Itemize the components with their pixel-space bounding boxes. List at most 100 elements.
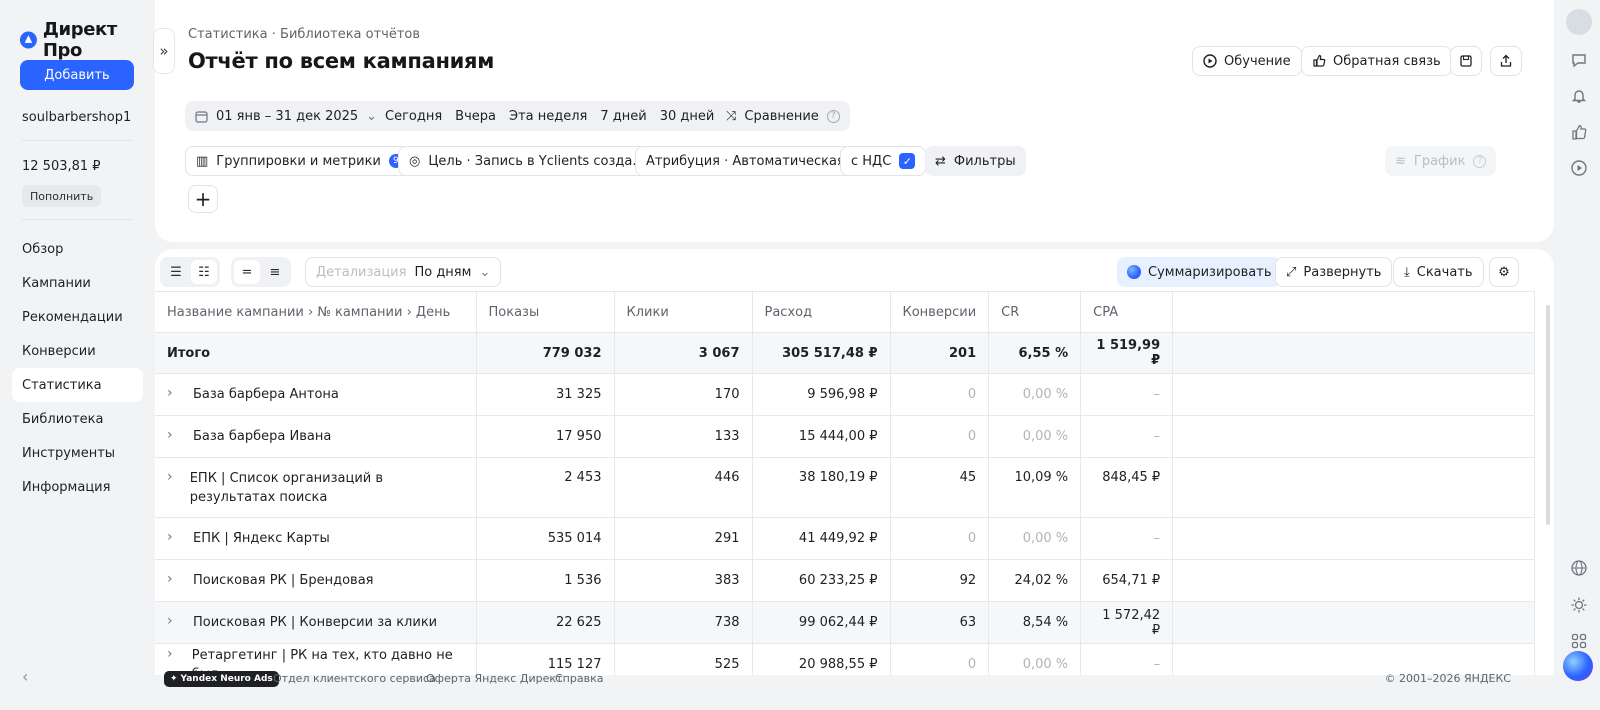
density-compact-icon[interactable]: = bbox=[234, 260, 260, 284]
nav-item-info[interactable]: Информация bbox=[12, 470, 143, 504]
detail-label: Детализация bbox=[316, 264, 407, 280]
cell-cr: 0,00 % bbox=[988, 373, 1082, 416]
table-row[interactable]: › Поисковая РК | Брендовая 1 536 383 60 2… bbox=[155, 559, 1536, 602]
footer-link-offer[interactable]: Оферта Яндекс Директ bbox=[426, 672, 562, 685]
nav-item-overview[interactable]: Обзор bbox=[12, 232, 143, 266]
column-header-conversions[interactable]: Конверсии bbox=[890, 291, 990, 333]
column-header-cost[interactable]: Расход bbox=[752, 291, 891, 333]
table-row[interactable]: › База барбера Ивана 17 950 133 15 444,00… bbox=[155, 415, 1536, 458]
nav-item-library[interactable]: Библиотека bbox=[12, 402, 143, 436]
attribution-select[interactable]: Атрибуция · Автоматическая bbox=[635, 146, 856, 176]
add-filter-button[interactable]: + bbox=[188, 185, 218, 213]
play-circle-icon[interactable] bbox=[1566, 155, 1592, 181]
nav-item-statistics[interactable]: Статистика bbox=[12, 368, 143, 402]
summarize-button[interactable]: Суммаризировать bbox=[1117, 257, 1282, 287]
table-row[interactable]: ›Ретаргетинг | РК на тех, кто давно не б… bbox=[155, 643, 1536, 675]
campaign-name: База барбера Ивана bbox=[193, 429, 332, 444]
preset-7-days[interactable]: 7 дней bbox=[600, 109, 646, 124]
table-scrollbar[interactable] bbox=[1546, 305, 1550, 525]
table-row[interactable]: › Поисковая РК | Конверсии за клики 22 62… bbox=[155, 601, 1536, 644]
cell-clicks: 446 bbox=[614, 457, 753, 518]
page-title: Отчёт по всем кампаниям bbox=[188, 49, 495, 73]
vat-toggle[interactable]: с НДС ✓ bbox=[840, 146, 927, 176]
breadcrumb[interactable]: Статистика · Библиотека отчётов bbox=[188, 27, 420, 42]
neuro-ads-badge[interactable]: ✦ Yandex Neuro Ads bbox=[164, 671, 279, 687]
total-impressions: 779 032 bbox=[476, 332, 615, 374]
chevron-right-icon[interactable]: › bbox=[167, 571, 185, 587]
nav-item-recommendations[interactable]: Рекомендации bbox=[12, 300, 143, 334]
chevron-right-icon[interactable]: › bbox=[167, 385, 185, 401]
topup-button[interactable]: Пополнить bbox=[22, 185, 102, 207]
list-tree-icon[interactable]: ☷ bbox=[191, 260, 217, 284]
chevron-right-icon[interactable]: › bbox=[167, 529, 185, 545]
total-cr: 6,55 % bbox=[988, 332, 1082, 374]
column-header-cr[interactable]: CR bbox=[988, 291, 1082, 333]
expand-button[interactable]: ⤢ Развернуть bbox=[1275, 257, 1393, 287]
chevron-right-icon[interactable]: › bbox=[167, 613, 185, 629]
learn-button[interactable]: Обучение bbox=[1192, 46, 1302, 76]
table-row[interactable]: › База барбера Антона 31 325 170 9 596,98… bbox=[155, 373, 1536, 416]
preset-30-days[interactable]: 30 дней bbox=[660, 109, 715, 124]
footer-link-support[interactable]: Отдел клиентского сервиса bbox=[273, 672, 436, 685]
cell-impressions: 115 127 bbox=[476, 643, 615, 675]
download-button[interactable]: ⤓ Скачать bbox=[1393, 257, 1484, 287]
groupings-metrics-button[interactable]: ▥ Группировки и метрики 9 bbox=[185, 146, 414, 176]
assistant-orb-icon[interactable] bbox=[1563, 651, 1593, 681]
account-name[interactable]: soulbarbershop1 bbox=[22, 110, 131, 125]
table-header-row: Название кампании › № кампании › День По… bbox=[155, 291, 1536, 333]
share-button[interactable] bbox=[1490, 46, 1522, 76]
column-header-impressions[interactable]: Показы bbox=[476, 291, 615, 333]
globe-icon[interactable] bbox=[1566, 555, 1592, 581]
detail-value: По дням bbox=[414, 264, 472, 280]
help-icon[interactable]: ? bbox=[826, 109, 840, 123]
date-range-select[interactable]: 01 янв – 31 дек 2025 ⌄ bbox=[185, 101, 388, 131]
cell-cost: 60 233,25 ₽ bbox=[752, 559, 891, 602]
chevron-right-icon[interactable]: › bbox=[167, 427, 185, 443]
list-compact-icon[interactable]: ☰ bbox=[163, 260, 189, 284]
table-row[interactable]: › ЕПК | Список организаций в результатах … bbox=[155, 457, 1536, 518]
share-icon bbox=[1500, 54, 1512, 67]
vat-checkbox[interactable]: ✓ bbox=[899, 153, 916, 169]
add-button[interactable]: Добавить bbox=[20, 60, 134, 90]
compare-button[interactable]: ⤨ Сравнение ? bbox=[716, 101, 850, 131]
goal-select[interactable]: ◎ Цель · Запись в Yclients созда... bbox=[398, 146, 656, 176]
brand-logo[interactable]: Директ Про bbox=[19, 19, 155, 61]
nav-item-conversions[interactable]: Конверсии bbox=[12, 334, 143, 368]
cell-cost: 20 988,55 ₽ bbox=[752, 643, 891, 675]
preset-today[interactable]: Сегодня bbox=[385, 109, 442, 124]
column-header-name[interactable]: Название кампании › № кампании › День bbox=[155, 291, 477, 333]
bell-icon[interactable] bbox=[1566, 83, 1592, 109]
chat-icon[interactable] bbox=[1566, 47, 1592, 73]
preset-this-week[interactable]: Эта неделя bbox=[509, 109, 587, 124]
chevron-right-icon[interactable]: › bbox=[167, 646, 184, 662]
stats-table: Название кампании › № кампании › День По… bbox=[155, 291, 1536, 675]
density-normal-icon[interactable]: ≡ bbox=[262, 260, 288, 284]
column-header-clicks[interactable]: Клики bbox=[614, 291, 753, 333]
empty-cell bbox=[1172, 601, 1536, 644]
user-avatar[interactable] bbox=[1566, 9, 1592, 35]
nav-item-tools[interactable]: Инструменты bbox=[12, 436, 143, 470]
column-header-cpa[interactable]: CPA bbox=[1080, 291, 1174, 333]
theme-sun-icon[interactable] bbox=[1566, 592, 1592, 618]
detail-select[interactable]: Детализация По дням ⌄ bbox=[305, 257, 502, 287]
thumbs-up-icon[interactable] bbox=[1566, 119, 1592, 145]
ai-orb-icon bbox=[1127, 265, 1141, 279]
nav-item-campaigns[interactable]: Кампании bbox=[12, 266, 143, 300]
preset-yesterday[interactable]: Вчера bbox=[455, 109, 496, 124]
empty-cell bbox=[1172, 517, 1536, 560]
collapse-sidebar-icon[interactable]: ‹ bbox=[22, 667, 28, 686]
table-settings-button[interactable]: ⚙ bbox=[1489, 257, 1519, 287]
left-sidebar: Директ Про Добавить soulbarbershop1 12 5… bbox=[0, 0, 155, 710]
expand-panel-icon[interactable]: » bbox=[153, 28, 175, 74]
save-button[interactable] bbox=[1450, 46, 1482, 76]
feedback-button[interactable]: Обратная связь bbox=[1301, 46, 1452, 76]
chevron-right-icon[interactable]: › bbox=[167, 469, 182, 485]
chart-button[interactable]: ≋ График ? bbox=[1385, 146, 1497, 176]
campaign-name: ЕПК | Яндекс Карты bbox=[193, 531, 330, 546]
filters-button[interactable]: ⇄ Фильтры bbox=[925, 146, 1026, 176]
learn-label: Обучение bbox=[1224, 53, 1291, 69]
footer-link-help[interactable]: Справка bbox=[555, 672, 603, 685]
help-icon[interactable]: ? bbox=[1473, 154, 1487, 168]
table-row[interactable]: › ЕПК | Яндекс Карты 535 014 291 41 449,9… bbox=[155, 517, 1536, 560]
empty-cell bbox=[1172, 332, 1536, 374]
